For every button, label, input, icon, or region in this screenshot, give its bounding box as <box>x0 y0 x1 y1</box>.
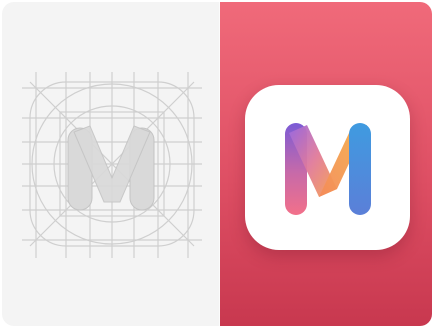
app-icon <box>245 85 410 250</box>
m-logo-icon <box>285 123 371 215</box>
icon-grid-illustration <box>22 72 202 258</box>
app-icon-panel <box>220 2 432 326</box>
image-frame <box>2 2 432 326</box>
m-glyph-grey <box>67 125 155 211</box>
construction-grid-panel <box>2 2 220 326</box>
